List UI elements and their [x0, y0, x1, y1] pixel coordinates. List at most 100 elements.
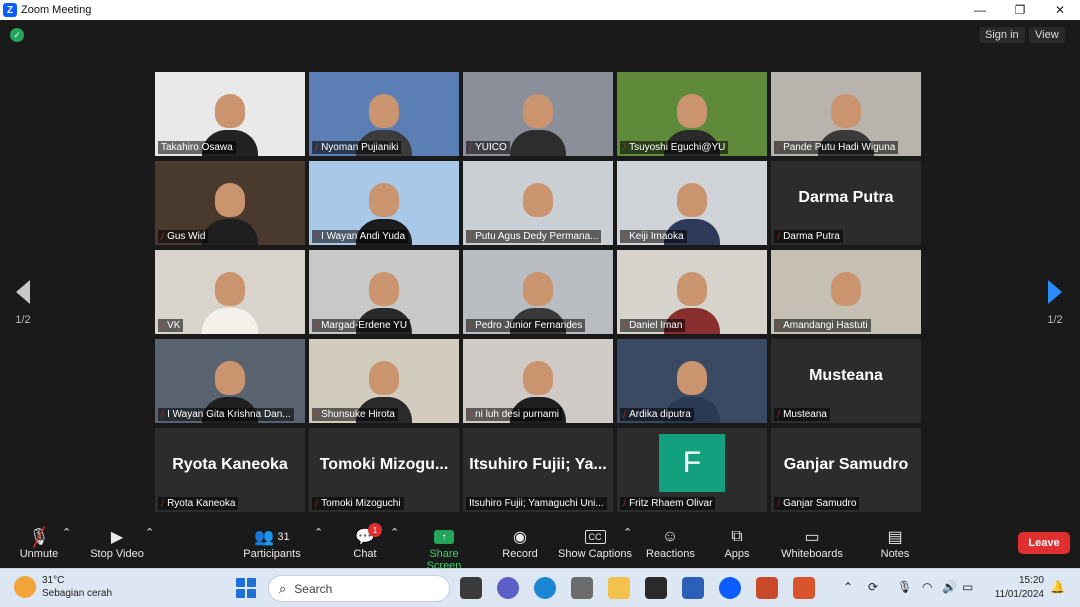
speaker-icon[interactable]: 🔊	[942, 580, 957, 594]
start-windows-icon[interactable]	[236, 578, 256, 598]
participant-video-figure	[510, 94, 566, 156]
store-icon[interactable]	[645, 577, 667, 599]
title-bar: Z Zoom Meeting — ❐ ✕	[0, 0, 1080, 20]
record-button[interactable]: ◉ Record	[500, 526, 540, 560]
apps-icon: ⧉	[731, 528, 743, 545]
reactions-button[interactable]: ☺ Reactions	[646, 526, 695, 560]
word-icon[interactable]	[682, 577, 704, 599]
captions-caret-icon[interactable]: ⌃	[623, 526, 632, 539]
chat-caret-icon[interactable]: ⌃	[390, 526, 399, 539]
task-view-icon[interactable]	[460, 577, 482, 599]
minimize-icon[interactable]: —	[960, 0, 1000, 20]
video-tile[interactable]: ⧸ Amandangi Hastuti	[771, 250, 921, 334]
video-tile[interactable]: F ⧸ Fritz Rhaem Olivar	[617, 428, 767, 512]
video-tile[interactable]: ⧸ I Wayan Gita Krishna Dan...	[155, 339, 305, 423]
zoom-app-icon[interactable]	[719, 577, 741, 599]
teams-chat-icon[interactable]	[497, 577, 519, 599]
participant-name-label: ⧸ Tomoki Mizoguchi	[312, 497, 404, 510]
refresh-sync-icon[interactable]: ⟳	[868, 580, 878, 594]
video-options-caret-icon[interactable]: ⌃	[145, 526, 154, 539]
video-tile[interactable]: ⧸ Shunsuke Hirota	[309, 339, 459, 423]
participants-caret-icon[interactable]: ⌃	[314, 526, 323, 539]
next-page-button[interactable]: 1/2	[1040, 270, 1070, 350]
powerpoint-icon[interactable]	[756, 577, 778, 599]
participant-name-label: ⧸ Tsuyoshi Eguchi@YU	[620, 141, 729, 154]
video-tile[interactable]: ⧸ Gus Wid	[155, 161, 305, 245]
file-explorer-icon[interactable]	[608, 577, 630, 599]
video-tile[interactable]: ⧸ Pedro Junior Fernandes	[463, 250, 613, 334]
video-tile[interactable]: ⧸ Daniel Iman	[617, 250, 767, 334]
apps-button[interactable]: ⧉ Apps	[720, 526, 754, 560]
video-tile[interactable]: ⧸ Tsuyoshi Eguchi@YU	[617, 72, 767, 156]
participant-name-label: ⧸ Musteana	[774, 408, 830, 421]
whiteboards-button[interactable]: ▭ Whiteboards	[780, 526, 844, 560]
video-tile[interactable]: ⧸ I Wayan Andi Yuda	[309, 161, 459, 245]
video-tile[interactable]: ⧸ Pande Putu Hadi Wiguna	[771, 72, 921, 156]
stop-video-label: Stop Video	[90, 548, 144, 560]
participants-button[interactable]: 👥 31 Participants	[242, 526, 302, 560]
stop-video-button[interactable]: ▶ Stop Video	[88, 526, 146, 560]
notes-button[interactable]: ▤ Notes	[878, 526, 912, 560]
wifi-icon[interactable]: ◠	[922, 580, 932, 594]
participant-display-name: Ryota Kaneoka	[172, 456, 288, 473]
smile-plus-icon: ☺	[661, 528, 679, 545]
slack-icon[interactable]	[571, 577, 593, 599]
video-tile[interactable]: ⧸ Putu Agus Dedy Permana...	[463, 161, 613, 245]
participant-name-label: ⧸ Putu Agus Dedy Permana...	[466, 230, 602, 243]
weather-sun-icon	[14, 576, 36, 598]
video-tile[interactable]: Ryota Kaneoka ⧸ Ryota Kaneoka	[155, 428, 305, 512]
notification-bell-icon[interactable]: 🔔	[1050, 580, 1065, 594]
participants-label: Participants	[243, 548, 301, 560]
unmute-button[interactable]: 🎙 ╱ Unmute	[16, 526, 62, 561]
video-tile[interactable]: ⧸ YUICO	[463, 72, 613, 156]
restore-icon[interactable]: ❐	[1000, 0, 1040, 20]
participant-video-figure	[202, 272, 258, 334]
chevron-up-icon[interactable]: ⌃	[843, 580, 853, 594]
participant-name-label: ⧸ Ryota Kaneoka	[158, 497, 239, 510]
pdf-reader-icon[interactable]	[793, 577, 815, 599]
battery-icon[interactable]: ▭	[962, 580, 973, 594]
mic-muted-icon: ⧸	[161, 409, 165, 419]
participant-name: Tsuyoshi Eguchi@YU	[629, 142, 726, 153]
video-tile[interactable]: ⧸ Nyoman Pujianiki	[309, 72, 459, 156]
video-tile[interactable]: ⧸ Ardika diputra	[617, 339, 767, 423]
weather-widget[interactable]: 31°C Sebagian cerah	[14, 574, 112, 600]
video-tile[interactable]: ⧸ Keiji Imaoka	[617, 161, 767, 245]
participant-display-name: Tomoki Mizogu...	[319, 456, 449, 473]
participant-name-label: ⧸ Keiji Imaoka	[620, 230, 687, 243]
audio-options-caret-icon[interactable]: ⌃	[62, 526, 71, 539]
edge-browser-icon[interactable]	[534, 577, 556, 599]
whiteboard-icon: ▭	[804, 529, 820, 546]
show-captions-button[interactable]: CC Show Captions	[558, 526, 632, 560]
unmute-label: Unmute	[19, 548, 59, 560]
participant-name-label: ⧸ ni luh desi purnami	[466, 408, 562, 421]
taskbar-clock[interactable]: 15:20 11/01/2024	[990, 574, 1044, 602]
previous-page-button[interactable]: 1/2	[8, 270, 38, 350]
participant-name: Nyoman Pujianiki	[321, 142, 399, 153]
video-tile[interactable]: Tomoki Mizogu... ⧸ Tomoki Mizoguchi	[309, 428, 459, 512]
close-icon[interactable]: ✕	[1040, 0, 1080, 20]
video-tile[interactable]: ⧸ VK	[155, 250, 305, 334]
participant-name: Amandangi Hastuti	[783, 320, 868, 331]
taskbar-search-box[interactable]: ⌕ Search	[268, 575, 450, 602]
video-tile[interactable]: ⧸ Margad-Erdene YU	[309, 250, 459, 334]
reactions-label: Reactions	[646, 548, 695, 560]
chat-button[interactable]: 💬 1 Chat	[350, 523, 382, 560]
video-tile[interactable]: Musteana ⧸ Musteana	[771, 339, 921, 423]
security-shield-icon[interactable]: ✓	[10, 28, 24, 42]
microphone-icon[interactable]: 🎙	[897, 580, 912, 594]
mic-muted-icon: ⧸	[623, 498, 627, 508]
mic-muted-icon: ⧸	[161, 231, 165, 241]
share-screen-button[interactable]: ↑ Share Screen	[412, 526, 476, 572]
video-tile[interactable]: ⧸ ni luh desi purnami	[463, 339, 613, 423]
leave-button[interactable]: Leave	[1018, 532, 1070, 554]
video-tile[interactable]: Itsuhiro Fujii; Ya... Itsuhiro Fujii; Yam…	[463, 428, 613, 512]
mic-muted-icon: ⧸	[777, 409, 781, 419]
video-tile[interactable]: Darma Putra ⧸ Darma Putra	[771, 161, 921, 245]
video-tile[interactable]: Takahiro Osawa	[155, 72, 305, 156]
mic-muted-icon: ⧸	[469, 231, 473, 241]
participant-name: Ganjar Samudro	[783, 498, 857, 509]
view-button[interactable]: View	[1029, 27, 1065, 43]
sign-in-button[interactable]: Sign in	[979, 27, 1025, 43]
video-tile[interactable]: Ganjar Samudro ⧸ Ganjar Samudro	[771, 428, 921, 512]
